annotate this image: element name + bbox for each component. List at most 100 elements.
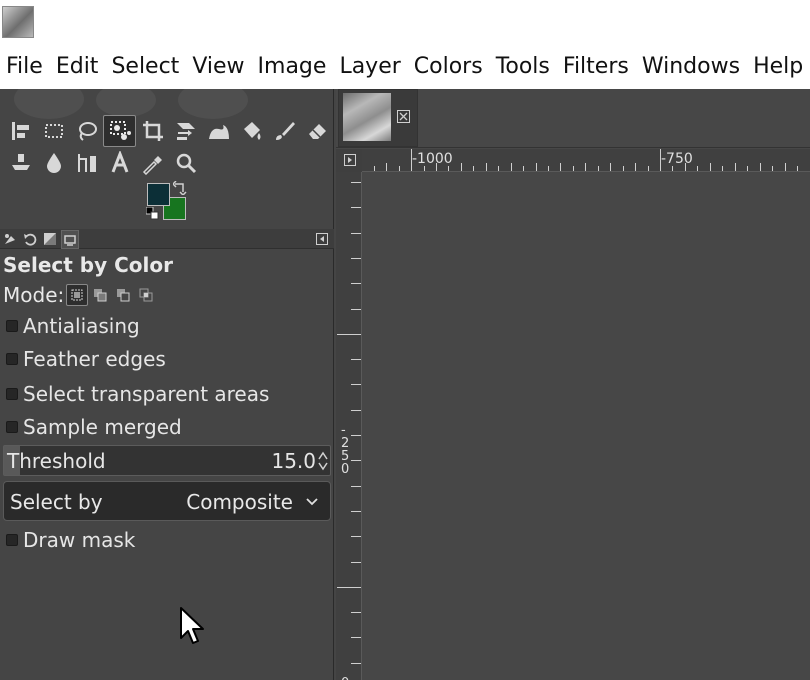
image-canvas[interactable] bbox=[363, 173, 810, 680]
clone-icon bbox=[11, 154, 30, 170]
spin-arrows-icon[interactable] bbox=[318, 449, 328, 473]
align-tool[interactable] bbox=[4, 115, 37, 147]
default-colors-icon[interactable] bbox=[146, 207, 159, 220]
select-transparent-checkbox[interactable] bbox=[6, 388, 18, 400]
mode-add-button[interactable] bbox=[89, 284, 111, 306]
ruler-tick bbox=[547, 166, 549, 171]
sample-merged-label: Sample merged bbox=[23, 415, 182, 439]
toolbox bbox=[0, 89, 334, 229]
menu-bar: File Edit Select View Image Layer Colors… bbox=[0, 44, 810, 89]
eraser-tool[interactable] bbox=[301, 115, 334, 147]
menu-view[interactable]: View bbox=[192, 44, 244, 89]
menu-edit[interactable]: Edit bbox=[56, 44, 99, 89]
crop-icon bbox=[142, 121, 163, 141]
warp-transform-tool[interactable] bbox=[202, 115, 235, 147]
dodge-burn-tool[interactable] bbox=[70, 147, 103, 179]
mode-subtract-button[interactable] bbox=[112, 284, 134, 306]
rect-select-icon bbox=[44, 124, 63, 138]
select-by-dropdown[interactable]: Select by Composite bbox=[3, 481, 331, 521]
close-icon[interactable] bbox=[397, 110, 410, 123]
unified-transform-icon bbox=[176, 123, 195, 140]
ruler-tick bbox=[597, 166, 599, 171]
ruler-corner bbox=[336, 149, 362, 172]
text-tool[interactable] bbox=[103, 147, 136, 179]
menu-colors[interactable]: Colors bbox=[414, 44, 483, 89]
tab-divider bbox=[336, 147, 810, 148]
ruler-tick bbox=[351, 662, 361, 664]
blur-tool[interactable] bbox=[37, 147, 70, 179]
ruler-tick bbox=[647, 166, 649, 171]
select-by-color-tool[interactable] bbox=[103, 115, 136, 147]
crop-tool[interactable] bbox=[136, 115, 169, 147]
threshold-value[interactable]: 15.0 bbox=[271, 449, 316, 473]
rect-select-tool[interactable] bbox=[37, 115, 70, 147]
ruler-tick bbox=[351, 561, 361, 563]
zoom-tool[interactable] bbox=[169, 147, 202, 179]
ruler-tick bbox=[560, 163, 562, 171]
ruler-tick bbox=[351, 435, 361, 436]
draw-mask-option[interactable]: Draw mask bbox=[6, 527, 135, 553]
antialiasing-checkbox[interactable] bbox=[6, 320, 18, 332]
ruler-tick bbox=[337, 586, 361, 588]
warp-icon bbox=[208, 125, 229, 139]
menu-layer[interactable]: Layer bbox=[339, 44, 400, 89]
clone-tool[interactable] bbox=[4, 147, 37, 179]
ruler-tick bbox=[572, 166, 574, 171]
ruler-tick bbox=[351, 232, 361, 234]
color-picker-tool[interactable] bbox=[136, 147, 169, 179]
ruler-tick bbox=[796, 166, 798, 171]
foreground-color-swatch[interactable] bbox=[147, 183, 170, 206]
image-menu-icon[interactable] bbox=[344, 154, 356, 166]
swap-colors-icon[interactable] bbox=[173, 181, 187, 195]
ruler-tick bbox=[351, 359, 361, 361]
ruler-tick bbox=[351, 283, 361, 285]
tab-undo-history[interactable] bbox=[21, 231, 39, 247]
menu-file[interactable]: File bbox=[6, 44, 43, 89]
images-icon bbox=[44, 233, 56, 245]
unified-transform-tool[interactable] bbox=[169, 115, 202, 147]
dock-menu-icon[interactable] bbox=[316, 233, 328, 245]
ruler-tick bbox=[697, 166, 699, 171]
toolbox-row-2 bbox=[4, 147, 202, 179]
menu-help[interactable]: Help bbox=[753, 44, 803, 89]
tab-images[interactable] bbox=[41, 231, 59, 247]
image-window: -1000 -750 - 2 5 0 0 bbox=[336, 89, 810, 680]
sample-merged-option[interactable]: Sample merged bbox=[6, 414, 182, 440]
feather-edges-checkbox[interactable] bbox=[6, 353, 18, 365]
ruler-tick bbox=[351, 207, 361, 209]
chevron-down-icon bbox=[306, 498, 318, 506]
free-select-icon bbox=[78, 122, 97, 141]
mode-replace-button[interactable] bbox=[66, 284, 89, 306]
select-transparent-label: Select transparent areas bbox=[23, 382, 270, 406]
menu-filters[interactable]: Filters bbox=[563, 44, 629, 89]
bucket-fill-tool[interactable] bbox=[235, 115, 268, 147]
ruler-tick bbox=[337, 333, 361, 335]
menu-windows[interactable]: Windows bbox=[642, 44, 740, 89]
tab-device-status[interactable] bbox=[61, 230, 79, 249]
menu-select[interactable]: Select bbox=[111, 44, 179, 89]
feather-edges-option[interactable]: Feather edges bbox=[6, 346, 166, 372]
eraser-icon bbox=[308, 124, 326, 139]
menu-tools[interactable]: Tools bbox=[496, 44, 550, 89]
paintbrush-tool[interactable] bbox=[268, 115, 301, 147]
menu-image[interactable]: Image bbox=[258, 44, 327, 89]
select-transparent-option[interactable]: Select transparent areas bbox=[6, 381, 269, 407]
vertical-ruler[interactable]: - 2 5 0 0 bbox=[336, 172, 362, 680]
tool-options-icon bbox=[5, 234, 15, 244]
threshold-spinscale[interactable]: Threshold 15.0 bbox=[3, 445, 331, 476]
ruler-tick bbox=[672, 166, 674, 171]
mode-intersect-button[interactable] bbox=[135, 284, 157, 306]
ruler-tick bbox=[485, 163, 487, 171]
mode-replace-icon bbox=[71, 289, 83, 301]
image-tab[interactable] bbox=[338, 89, 418, 147]
sample-merged-checkbox[interactable] bbox=[6, 421, 18, 433]
draw-mask-checkbox[interactable] bbox=[6, 534, 18, 546]
horizontal-ruler[interactable]: -1000 -750 bbox=[362, 149, 810, 172]
align-icon bbox=[11, 122, 29, 140]
tab-tool-options[interactable] bbox=[1, 231, 19, 247]
antialiasing-option[interactable]: Antialiasing bbox=[6, 313, 140, 339]
free-select-tool[interactable] bbox=[70, 115, 103, 147]
ruler-tick bbox=[386, 163, 388, 171]
text-icon bbox=[111, 151, 128, 173]
app-icon[interactable] bbox=[2, 6, 34, 38]
